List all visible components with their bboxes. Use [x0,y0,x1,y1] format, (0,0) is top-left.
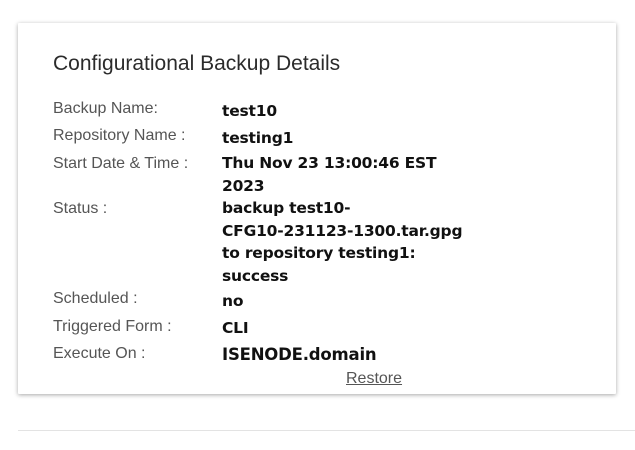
card-title: Configurational Backup Details [53,52,341,75]
backup-name-label: Backup Name: [53,100,158,117]
triggered-form-value: CLI [222,319,249,337]
start-date-time-line: 2023 [222,176,265,195]
restore-link[interactable]: Restore [346,370,402,388]
status-label: Status : [53,200,108,217]
start-date-time-label: Start Date & Time : [53,155,189,172]
status-line: success [222,266,289,285]
execute-on-label: Execute On : [53,345,146,362]
repository-name-value: testing1 [222,129,294,147]
status-value: backup test10- CFG10-231123-1300.tar.gpg… [222,197,482,287]
start-date-time-line: Thu Nov 23 13:00:46 EST [222,154,437,172]
status-line: CFG10-231123-1300.tar.gpg [222,221,463,240]
status-line: to repository testing1: [222,244,416,262]
start-date-time-value: Thu Nov 23 13:00:46 EST 2023 [222,152,482,197]
status-line: backup test10- [222,199,351,217]
execute-on-value: ISENODE.domain [222,345,377,364]
repository-name-label: Repository Name : [53,127,186,144]
triggered-form-label: Triggered Form : [53,318,172,335]
scheduled-label: Scheduled : [53,290,138,307]
bottom-divider [18,430,635,431]
scheduled-value: no [222,292,244,310]
backup-name-value: test10 [222,102,277,120]
backup-details-card: Configurational Backup Details Backup Na… [18,23,616,394]
